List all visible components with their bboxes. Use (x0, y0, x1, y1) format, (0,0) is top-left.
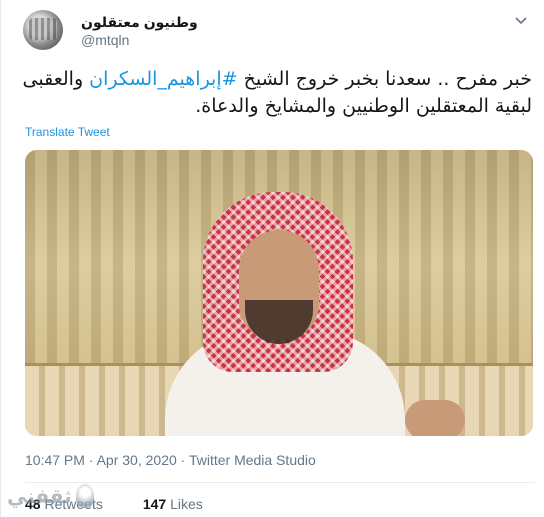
tweet-card: وطنيون معتقلون @mtqln خبر مفرح .. سعدنا … (0, 0, 544, 517)
lightbulb-icon (75, 484, 94, 508)
tweet-text: خبر مفرح .. سعدنا بخبر خروج الشيخ #إبراه… (17, 66, 532, 120)
tweet-text-part1: خبر مفرح .. سعدنا بخبر خروج الشيخ (237, 68, 532, 90)
likes-label: Likes (170, 496, 203, 512)
hashtag-link[interactable]: #إبراهيم_السكران (89, 68, 237, 90)
user-handle[interactable]: @mtqln (81, 32, 129, 48)
avatar-image (29, 18, 57, 40)
watermark-logo: ثقفني (7, 476, 107, 516)
likes-count: 147 (142, 496, 167, 512)
avatar[interactable] (23, 10, 63, 50)
watermark-text: ثقفني (7, 484, 72, 508)
tweet-media-image[interactable] (25, 150, 533, 436)
tweet-timestamp[interactable]: 10:47 PM · Apr 30, 2020 · Twitter Media … (25, 452, 316, 468)
chevron-down-icon[interactable] (512, 12, 530, 30)
likes-stat[interactable]: 147 Likes (143, 496, 203, 512)
translate-tweet-link[interactable]: Translate Tweet (25, 125, 110, 139)
user-display-name[interactable]: وطنيون معتقلون (81, 14, 198, 31)
person-hand (405, 400, 465, 436)
